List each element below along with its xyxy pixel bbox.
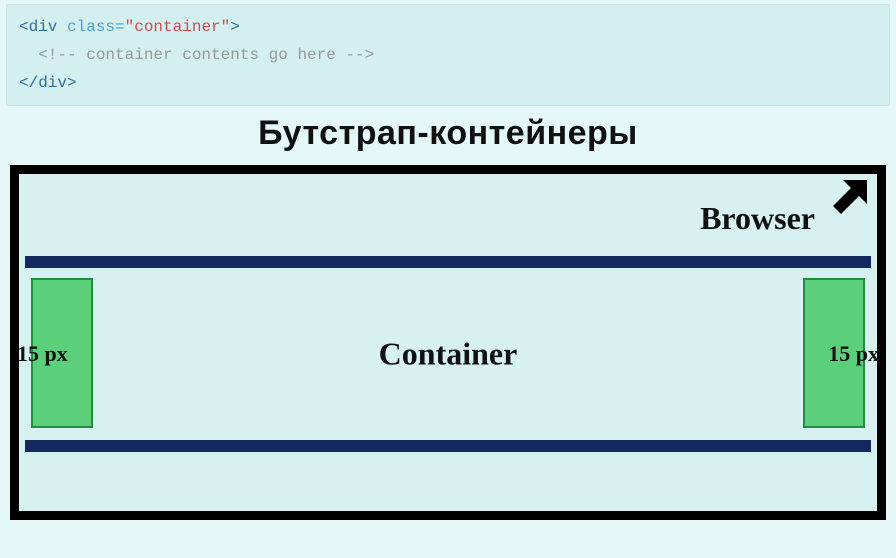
container-label: Container (379, 336, 518, 373)
code-tag-end: </div> (19, 74, 77, 92)
code-line-3: </div> (19, 69, 877, 97)
browser-label: Browser (700, 200, 815, 237)
arrow-up-right-icon (817, 176, 871, 230)
container-band: 15 px Container 15 px (25, 256, 871, 452)
code-attr-name: class= (67, 18, 125, 36)
code-tag-open: <div (19, 18, 57, 36)
page-title: Бутстрап-контейнеры (0, 114, 896, 153)
code-block: <div class="container"> <!-- container c… (6, 4, 890, 106)
padding-right-label: 15 px (828, 341, 879, 367)
padding-left-label: 15 px (17, 341, 68, 367)
code-tag-close: > (230, 18, 240, 36)
browser-header-area: Browser (19, 174, 877, 252)
code-line-1: <div class="container"> (19, 13, 877, 41)
code-comment: <!-- container contents go here --> (38, 46, 374, 64)
code-line-2: <!-- container contents go here --> (19, 41, 877, 69)
code-attr-value: "container" (125, 18, 231, 36)
diagram-browser-frame: Browser 15 px Container 15 px (10, 165, 886, 520)
